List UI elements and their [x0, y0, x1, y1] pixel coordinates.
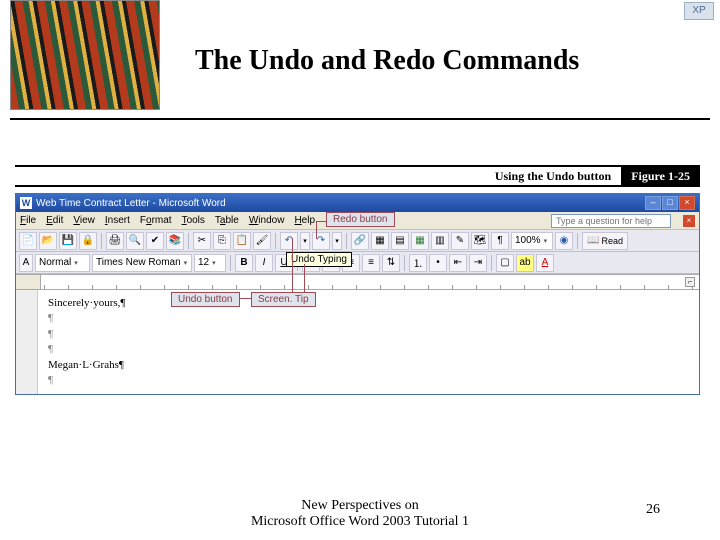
justify-icon[interactable]: ≡ [362, 254, 380, 272]
excel-icon[interactable]: ▦ [411, 232, 429, 250]
pointer-redo [316, 221, 326, 222]
hyperlink-icon[interactable]: 🔗 [351, 232, 369, 250]
selection-gutter [16, 290, 38, 394]
figure-caption: Using the Undo button Figure 1-25 [15, 165, 700, 187]
style-dropdown[interactable]: Normal▾ [35, 254, 90, 272]
page-number: 26 [646, 502, 660, 518]
document-body[interactable]: Sincerely·yours,¶ ¶ ¶ ¶ Megan·L·Grahs¶ ¶ [38, 290, 135, 394]
menu-file[interactable]: FFileile [20, 215, 36, 226]
maximize-button[interactable]: □ [662, 196, 678, 210]
slide-title: The Undo and Redo Commands [195, 45, 579, 77]
minimize-button[interactable]: – [645, 196, 661, 210]
zoom-dropdown[interactable]: 100%▾ [511, 232, 553, 250]
decrease-indent-icon[interactable]: ⇤ [449, 254, 467, 272]
word-app-icon: W [20, 197, 32, 209]
undo-button[interactable]: ↶ [280, 232, 298, 250]
callout-undo: Undo button [171, 292, 240, 307]
undo-tooltip: Undo Typing [286, 252, 352, 267]
copy-icon[interactable]: ⎘ [213, 232, 231, 250]
paste-icon[interactable]: 📋 [233, 232, 251, 250]
callout-screentip: Screen. Tip [251, 292, 316, 307]
save-icon[interactable]: 💾 [59, 232, 77, 250]
format-painter-icon[interactable]: 🖌 [253, 232, 271, 250]
footer-line1: New Perspectives on [0, 498, 720, 514]
menu-insert[interactable]: Insert [105, 215, 130, 226]
italic-icon[interactable]: I [255, 254, 273, 272]
word-window: W Web Time Contract Letter - Microsoft W… [15, 193, 700, 395]
doc-line: Megan·L·Grahs¶ [48, 358, 125, 373]
drawing-icon[interactable]: ✎ [451, 232, 469, 250]
menu-edit[interactable]: Edit [46, 215, 63, 226]
close-button[interactable]: × [679, 196, 695, 210]
permission-icon[interactable]: 🔒 [79, 232, 97, 250]
window-title: Web Time Contract Letter - Microsoft Wor… [36, 198, 226, 209]
open-icon[interactable]: 📂 [39, 232, 57, 250]
line-spacing-icon[interactable]: ⇅ [382, 254, 400, 272]
document-area[interactable]: Sincerely·yours,¶ ¶ ¶ ¶ Megan·L·Grahs¶ ¶ [16, 290, 699, 394]
footer: New Perspectives on Microsoft Office Wor… [0, 498, 720, 530]
menu-format[interactable]: Format [140, 215, 172, 226]
xp-badge: XP [684, 2, 714, 20]
print-preview-icon[interactable]: 🔍 [126, 232, 144, 250]
doc-blank-line: ¶ [48, 373, 125, 388]
figure-number: Figure 1-25 [621, 166, 700, 187]
menu-window[interactable]: Window [249, 215, 285, 226]
redo-dropdown-icon[interactable]: ▾ [332, 232, 342, 250]
font-size-dropdown[interactable]: 12▾ [194, 254, 226, 272]
ruler-tab-selector[interactable]: ⌐ [685, 277, 695, 287]
cut-icon[interactable]: ✂ [193, 232, 211, 250]
highlight-icon[interactable]: ab [516, 254, 534, 272]
menu-table[interactable]: Table [215, 215, 239, 226]
menu-tools[interactable]: Tools [182, 215, 205, 226]
header-graphic [10, 0, 160, 110]
pointer-tip-v [304, 264, 305, 292]
spelling-icon[interactable]: ✔ [146, 232, 164, 250]
outside-border-icon[interactable]: ▢ [496, 254, 514, 272]
show-hide-icon[interactable]: ¶ [491, 232, 509, 250]
header-rule [10, 118, 710, 120]
print-icon[interactable]: 🖨 [106, 232, 124, 250]
footer-line2: Microsoft Office Word 2003 Tutorial 1 [0, 514, 720, 530]
numbering-icon[interactable]: ⒈ [409, 254, 427, 272]
columns-icon[interactable]: ▥ [431, 232, 449, 250]
styles-pane-icon[interactable]: A [19, 254, 33, 272]
tables-borders-icon[interactable]: ▦ [371, 232, 389, 250]
bold-icon[interactable]: B [235, 254, 253, 272]
undo-dropdown-icon[interactable]: ▾ [300, 232, 310, 250]
doc-blank-line: ¶ [48, 311, 125, 326]
doc-line: Sincerely·yours,¶ [48, 296, 125, 311]
pointer-redo-v [316, 221, 317, 239]
insert-table-icon[interactable]: ▤ [391, 232, 409, 250]
doc-close-button[interactable]: × [683, 215, 695, 227]
font-color-icon[interactable]: A [536, 254, 554, 272]
menu-view[interactable]: View [73, 215, 95, 226]
doc-blank-line: ¶ [48, 342, 125, 357]
doc-map-icon[interactable]: 🗺 [471, 232, 489, 250]
redo-button[interactable]: ↷ [312, 232, 330, 250]
doc-blank-line: ¶ [48, 327, 125, 342]
callout-redo: Redo button [326, 212, 395, 227]
new-doc-icon[interactable]: 📄 [19, 232, 37, 250]
pointer-undo-v [292, 238, 293, 298]
titlebar: W Web Time Contract Letter - Microsoft W… [16, 194, 699, 212]
menu-help[interactable]: Help [294, 215, 315, 226]
font-dropdown[interactable]: Times New Roman▾ [92, 254, 192, 272]
research-icon[interactable]: 📚 [166, 232, 184, 250]
horizontal-ruler[interactable]: ⌐ [16, 274, 699, 290]
help-search-input[interactable] [551, 214, 671, 228]
figure-caption-text: Using the Undo button [495, 169, 621, 184]
read-mode-icon[interactable]: 📖Read [582, 232, 628, 250]
standard-toolbar: 📄 📂 💾 🔒 🖨 🔍 ✔ 📚 ✂ ⎘ 📋 🖌 ↶ ▾ ↷ ▾ 🔗 ▦ ▤ ▦ … [16, 230, 699, 252]
increase-indent-icon[interactable]: ⇥ [469, 254, 487, 272]
formatting-toolbar: A Normal▾ Times New Roman▾ 12▾ B I U ≡ ≡… [16, 252, 699, 274]
help-icon[interactable]: ◉ [555, 232, 573, 250]
bullets-icon[interactable]: • [429, 254, 447, 272]
